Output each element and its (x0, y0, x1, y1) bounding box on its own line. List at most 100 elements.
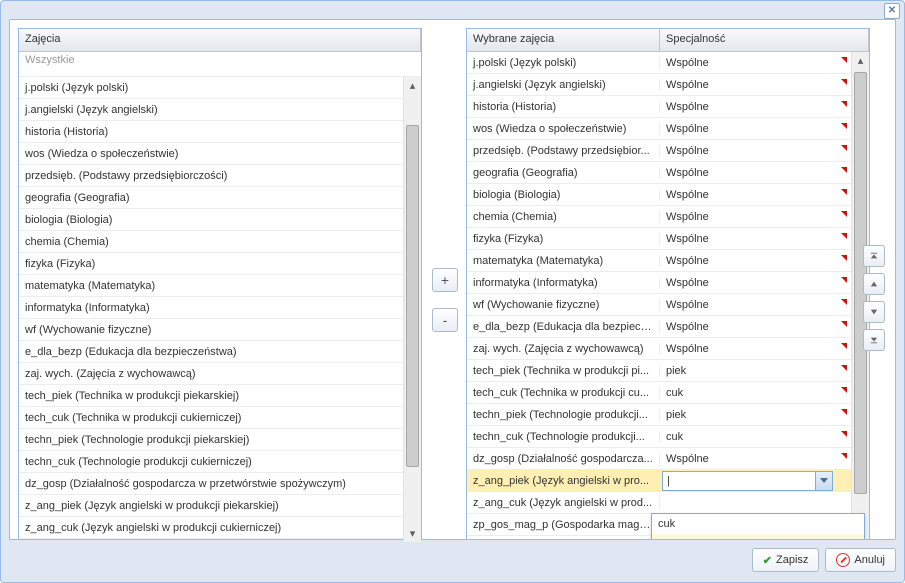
table-row[interactable]: matematyka (Matematyka) (19, 275, 404, 297)
table-row[interactable]: geografia (Geografia)Wspólne (467, 162, 852, 184)
col-zajecia[interactable]: Zajęcia (19, 29, 421, 51)
cancel-button[interactable]: Anuluj (825, 548, 896, 572)
table-row[interactable]: informatyka (Informatyka) (19, 297, 404, 319)
table-row[interactable]: z_ang_cuk (Język angielski w produkcji c… (19, 517, 404, 539)
cell-specjalnosc[interactable]: piek (660, 365, 847, 377)
table-row[interactable]: e_dla_bezp (Edukacja dla bezpiecz...Wspó… (467, 316, 852, 338)
cell-zajecia: zaj. wych. (Zajęcia z wychowawcą) (19, 368, 404, 380)
table-row[interactable]: z_ang_cuk (Język angielski w prod... (467, 492, 852, 514)
grid-body: ▴ ▾ j.polski (Język polski)Wspólnej.angi… (467, 52, 869, 539)
table-row[interactable]: techn_piek (Technologie produkcji piekar… (19, 429, 404, 451)
table-row[interactable]: z_ang_piek (Język angielski w pro...| (467, 470, 852, 492)
move-top-button[interactable] (863, 245, 885, 267)
table-row[interactable]: zaj. wych. (Zajęcia z wychowawcą)Wspólne (467, 338, 852, 360)
cell-specjalnosc[interactable]: Wspólne (660, 277, 847, 289)
add-button[interactable]: + (432, 268, 458, 292)
cell-zajecia: dz_gosp (Działalność gospodarcza w przet… (19, 478, 404, 490)
cell-wybrane: wos (Wiedza o społeczeństwie) (467, 123, 660, 135)
col-specjalnosc[interactable]: Specjalność (660, 29, 869, 51)
dropdown-option[interactable]: cuk (652, 514, 864, 534)
cell-specjalnosc[interactable]: Wspólne (660, 453, 847, 465)
table-row[interactable]: tech_piek (Technika w produkcji piekarsk… (19, 385, 404, 407)
table-row[interactable]: wf (Wychowanie fizyczne)Wspólne (467, 294, 852, 316)
cell-specjalnosc[interactable]: | (660, 470, 835, 492)
table-row[interactable]: informatyka (Informatyka)Wspólne (467, 272, 852, 294)
cell-zajecia: geografia (Geografia) (19, 192, 404, 204)
table-row[interactable]: historia (Historia)Wspólne (467, 96, 852, 118)
col-wybrane[interactable]: Wybrane zajęcia (467, 29, 660, 51)
move-down-button[interactable] (863, 301, 885, 323)
cell-specjalnosc[interactable]: Wspólne (660, 211, 847, 223)
table-row[interactable]: techn_cuk (Technologie produkcji...cuk (467, 426, 852, 448)
table-row[interactable]: chemia (Chemia) (19, 231, 404, 253)
cell-specjalnosc[interactable]: cuk (660, 387, 847, 399)
scroll-down-icon[interactable]: ▾ (404, 525, 421, 542)
table-row[interactable]: chemia (Chemia)Wspólne (467, 206, 852, 228)
table-row[interactable]: matematyka (Matematyka)Wspólne (467, 250, 852, 272)
table-row[interactable]: historia (Historia) (19, 121, 404, 143)
cell-specjalnosc[interactable]: cuk (660, 431, 847, 443)
cell-wybrane: tech_piek (Technika w produkcji pi... (467, 365, 660, 377)
table-row[interactable]: j.angielski (Język angielski)Wspólne (467, 74, 852, 96)
dropdown-option[interactable]: piek (652, 534, 864, 539)
save-button[interactable]: ✔ Zapisz (752, 548, 820, 572)
table-row[interactable]: dz_gosp (Działalność gospodarcza w przet… (19, 473, 404, 495)
table-row[interactable]: biologia (Biologia)Wspólne (467, 184, 852, 206)
cell-specjalnosc[interactable]: Wspólne (660, 299, 847, 311)
cell-specjalnosc[interactable]: Wspólne (660, 79, 847, 91)
spec-combo[interactable]: | (662, 471, 833, 491)
remove-button[interactable]: - (432, 308, 458, 332)
cell-specjalnosc[interactable]: Wspólne (660, 101, 847, 113)
close-icon[interactable]: ✕ (884, 3, 900, 19)
cell-specjalnosc[interactable]: Wspólne (660, 145, 847, 157)
cell-specjalnosc[interactable]: piek (660, 409, 847, 421)
cell-specjalnosc[interactable]: Wspólne (660, 321, 847, 333)
cell-wybrane: techn_cuk (Technologie produkcji... (467, 431, 660, 443)
table-row[interactable]: e_dla_bezp (Edukacja dla bezpieczeństwa) (19, 341, 404, 363)
cell-zajecia: fizyka (Fizyka) (19, 258, 404, 270)
dirty-marker-icon (841, 167, 847, 173)
scrollbar[interactable]: ▴ ▾ (403, 77, 421, 542)
cell-wybrane: wf (Wychowanie fizyczne) (467, 299, 660, 311)
table-row[interactable]: wos (Wiedza o społeczeństwie)Wspólne (467, 118, 852, 140)
table-row[interactable]: fizyka (Fizyka) (19, 253, 404, 275)
table-row[interactable]: z_ang_piek (Język angielski w produkcji … (19, 495, 404, 517)
chevron-down-icon[interactable] (815, 472, 832, 490)
cell-specjalnosc[interactable]: Wspólne (660, 343, 847, 355)
move-bottom-button[interactable] (863, 329, 885, 351)
table-row[interactable]: j.polski (Język polski)Wspólne (467, 52, 852, 74)
filter-row[interactable]: Wszystkie (19, 52, 421, 77)
table-row[interactable]: fizyka (Fizyka)Wspólne (467, 228, 852, 250)
filter-placeholder: Wszystkie (25, 54, 75, 66)
dirty-marker-icon (841, 211, 847, 217)
table-row[interactable]: tech_piek (Technika w produkcji pi...pie… (467, 360, 852, 382)
dirty-marker-icon (841, 277, 847, 283)
table-row[interactable]: biologia (Biologia) (19, 209, 404, 231)
table-row[interactable]: j.angielski (Język angielski) (19, 99, 404, 121)
cell-specjalnosc[interactable]: Wspólne (660, 255, 847, 267)
cell-wybrane: geografia (Geografia) (467, 167, 660, 179)
cell-specjalnosc[interactable]: Wspólne (660, 233, 847, 245)
table-row[interactable]: przedsięb. (Podstawy przedsiębiorczości) (19, 165, 404, 187)
spec-dropdown[interactable]: cukpiekWspólne (651, 513, 865, 539)
dirty-marker-icon (841, 233, 847, 239)
cell-specjalnosc[interactable]: Wspólne (660, 123, 847, 135)
table-row[interactable]: j.polski (Język polski) (19, 77, 404, 99)
table-row[interactable]: techn_cuk (Technologie produkcji cukiern… (19, 451, 404, 473)
table-row[interactable]: tech_cuk (Technika w produkcji cu...cuk (467, 382, 852, 404)
table-row[interactable]: tech_cuk (Technika w produkcji cukiernic… (19, 407, 404, 429)
cell-specjalnosc[interactable]: Wspólne (660, 167, 847, 179)
table-row[interactable]: wf (Wychowanie fizyczne) (19, 319, 404, 341)
table-row[interactable]: techn_piek (Technologie produkcji...piek (467, 404, 852, 426)
scroll-thumb[interactable] (406, 125, 419, 467)
table-row[interactable]: dz_gosp (Działalność gospodarcza...Wspól… (467, 448, 852, 470)
cell-specjalnosc[interactable]: Wspólne (660, 57, 847, 69)
move-up-button[interactable] (863, 273, 885, 295)
scroll-up-icon[interactable]: ▴ (404, 77, 421, 94)
table-row[interactable]: wos (Wiedza o społeczeństwie) (19, 143, 404, 165)
table-row[interactable]: przedsięb. (Podstawy przedsiębior...Wspó… (467, 140, 852, 162)
scroll-up-icon[interactable]: ▴ (852, 52, 869, 69)
cell-specjalnosc[interactable]: Wspólne (660, 189, 847, 201)
table-row[interactable]: zaj. wych. (Zajęcia z wychowawcą) (19, 363, 404, 385)
table-row[interactable]: geografia (Geografia) (19, 187, 404, 209)
